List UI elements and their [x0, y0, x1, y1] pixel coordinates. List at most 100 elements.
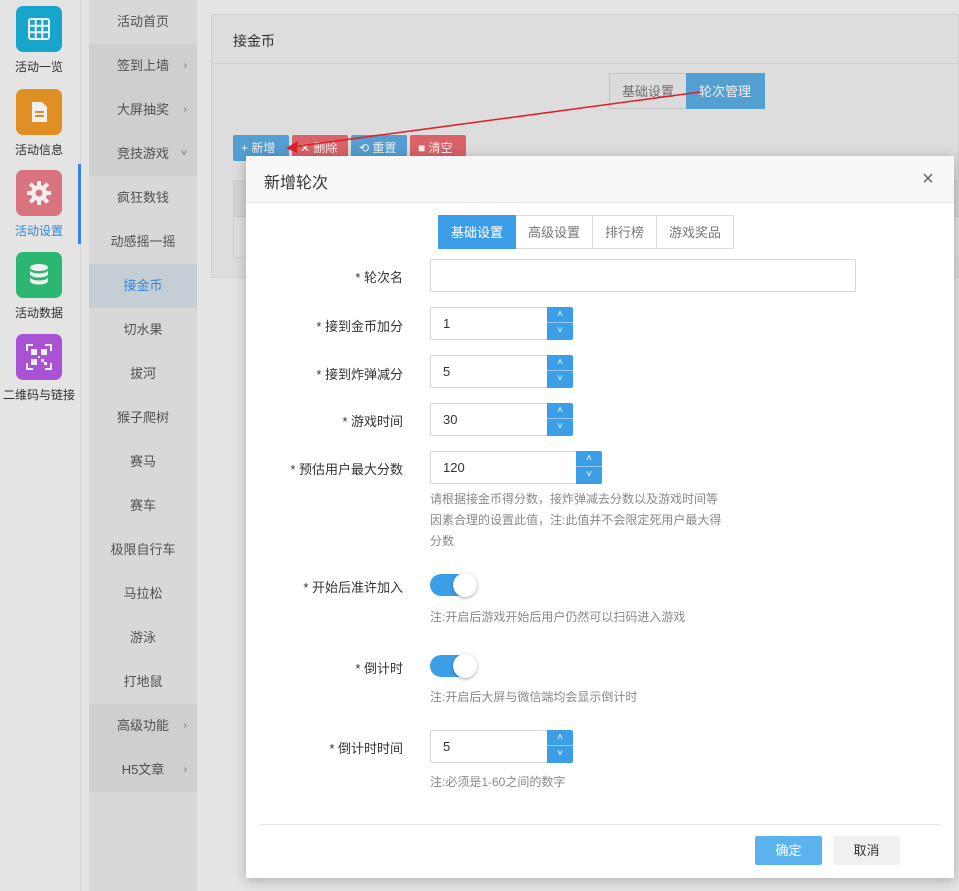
submenu-item[interactable]: 马拉松 — [89, 572, 197, 616]
submenu-item[interactable]: 打地鼠 — [89, 660, 197, 704]
game-time-stepper[interactable]: ˄ ˅ — [547, 403, 573, 436]
chevron-right-icon: › — [183, 764, 187, 775]
submenu-item[interactable]: 赛车 — [89, 484, 197, 528]
nav-activity-data[interactable]: 活动数据 — [0, 246, 78, 326]
cancel-button[interactable]: 取消 — [833, 836, 900, 865]
submenu-item[interactable]: 动感摇一摇 — [89, 220, 197, 264]
chevron-up-icon[interactable]: ˄ — [576, 451, 602, 467]
submenu-label: 高级功能 — [116, 718, 169, 733]
nav-activity-settings[interactable]: 活动设置 — [0, 164, 81, 244]
close-icon[interactable]: × — [916, 167, 940, 191]
nav-label: 二维码与链接 — [2, 388, 75, 402]
tab-basic-settings[interactable]: 基础设置 — [609, 73, 687, 109]
allow-join-label: * 开始后准许加入 — [303, 580, 403, 595]
chevron-up-icon[interactable]: ˄ — [547, 307, 573, 323]
toggle-knob — [453, 573, 477, 597]
gear-icon — [16, 170, 62, 216]
tab-round-management[interactable]: 轮次管理 — [686, 73, 765, 109]
chevron-right-icon: › — [183, 60, 187, 71]
divider — [260, 824, 940, 825]
hint-line: 因素合理的设置此值，注:此值并不会限定死用户最大得 — [430, 513, 722, 527]
submenu-item[interactable]: 游泳 — [89, 616, 197, 660]
submenu-label: 动感摇一摇 — [110, 234, 176, 249]
game-time-input[interactable] — [430, 403, 548, 436]
submenu-item-active[interactable]: 接金币 — [89, 264, 197, 308]
confirm-button[interactable]: 确定 — [755, 836, 822, 865]
submenu-item[interactable]: 活动首页 — [89, 0, 197, 44]
hint-line: 分数 — [430, 534, 455, 548]
allow-join-toggle[interactable] — [430, 573, 477, 597]
dialog-header: 新增轮次 × — [246, 156, 954, 203]
submenu-label: 极限自行车 — [110, 542, 176, 557]
countdown-hint: 注:开启后大屏与微信端均会显示倒计时 — [430, 690, 638, 704]
divider — [212, 63, 959, 64]
submenu-label: 拔河 — [129, 366, 156, 381]
max-score-stepper[interactable]: ˄ ˅ — [576, 451, 602, 484]
grid-icon — [16, 6, 62, 52]
coin-score-stepper[interactable]: ˄ ˅ — [547, 307, 573, 340]
qrcode-icon — [16, 334, 62, 380]
submenu-item[interactable]: 大屏抽奖 › — [89, 88, 197, 132]
submenu-item[interactable]: 拔河 — [89, 352, 197, 396]
countdown-label: * 倒计时 — [355, 661, 403, 676]
submenu-label: 赛车 — [129, 498, 156, 513]
submenu-item[interactable]: H5文章 › — [89, 748, 197, 792]
chevron-right-icon: › — [183, 104, 187, 115]
chevron-down-icon[interactable]: ˅ — [547, 746, 573, 762]
nav-label: 活动设置 — [14, 224, 63, 238]
submenu-item[interactable]: 签到上墙 › — [89, 44, 197, 88]
add-round-dialog: 新增轮次 × 基础设置 高级设置 排行榜 游戏奖品 * 轮次名 * 接到金币加分… — [246, 156, 954, 878]
allow-join-hint: 注:开启后游戏开始后用户仍然可以扫码进入游戏 — [430, 610, 686, 624]
submenu-label: 切水果 — [123, 322, 163, 337]
submenu-item[interactable]: 极限自行车 — [89, 528, 197, 572]
submenu-label: 活动首页 — [116, 14, 169, 29]
tab-prizes[interactable]: 游戏奖品 — [657, 215, 735, 249]
submenu-item[interactable]: 高级功能 › — [89, 704, 197, 748]
bomb-score-stepper[interactable]: ˄ ˅ — [547, 355, 573, 388]
nav-label: 活动信息 — [14, 143, 63, 157]
chevron-up-icon[interactable]: ˄ — [547, 403, 573, 419]
max-score-hint: 请根据接金币得分数，接炸弹减去分数以及游戏时间等 因素合理的设置此值，注:此值并… — [430, 489, 721, 552]
coin-score-input[interactable] — [430, 307, 548, 340]
submenu-item[interactable]: 竞技游戏 ˅ — [89, 132, 197, 176]
countdown-time-input[interactable] — [430, 730, 548, 763]
countdown-time-stepper[interactable]: ˄ ˅ — [547, 730, 573, 763]
database-icon — [16, 252, 62, 298]
submenu-item[interactable]: 切水果 — [89, 308, 197, 352]
submenu-label: 马拉松 — [123, 586, 163, 601]
tab-advanced[interactable]: 高级设置 — [516, 215, 594, 249]
chevron-down-icon: ˅ — [181, 148, 187, 159]
nav-label: 活动一览 — [14, 60, 63, 74]
game-time-label: * 游戏时间 — [342, 414, 403, 429]
toggle-knob — [453, 654, 477, 678]
page-title: 接金币 — [233, 33, 275, 49]
max-score-input[interactable] — [430, 451, 577, 484]
nav-qrcode-links[interactable]: 二维码与链接 — [0, 328, 78, 408]
submenu-label: 游泳 — [129, 630, 156, 645]
nav-activity-list[interactable]: 活动一览 — [0, 0, 78, 80]
submenu-label: 打地鼠 — [123, 674, 163, 689]
bomb-score-input[interactable] — [430, 355, 548, 388]
nav-activity-info[interactable]: 活动信息 — [0, 83, 78, 163]
chevron-down-icon[interactable]: ˅ — [547, 323, 573, 339]
chevron-down-icon[interactable]: ˅ — [547, 419, 573, 435]
countdown-toggle[interactable] — [430, 654, 477, 678]
game-submenu: 活动首页 签到上墙 › 大屏抽奖 › 竞技游戏 ˅ 疯狂数钱 动感摇一摇 接金币 切水… — [89, 0, 197, 891]
submenu-label: 猴子爬树 — [116, 410, 169, 425]
countdown-time-hint: 注:必须是1-60之间的数字 — [430, 775, 566, 789]
tab-leaderboard[interactable]: 排行榜 — [593, 215, 658, 249]
coin-score-label: * 接到金币加分 — [316, 319, 403, 334]
submenu-label: 赛马 — [129, 454, 156, 469]
submenu-item[interactable]: 赛马 — [89, 440, 197, 484]
submenu-item[interactable]: 疯狂数钱 — [89, 176, 197, 220]
submenu-label: 签到上墙 — [116, 58, 169, 73]
chevron-down-icon[interactable]: ˅ — [547, 371, 573, 387]
icon-sidebar: 活动一览 活动信息 活动设置 活动数据 二维码与链接 — [0, 0, 81, 891]
chevron-up-icon[interactable]: ˄ — [547, 355, 573, 371]
round-name-input[interactable] — [430, 259, 856, 292]
chevron-up-icon[interactable]: ˄ — [547, 730, 573, 746]
submenu-item[interactable]: 猴子爬树 — [89, 396, 197, 440]
bomb-score-label: * 接到炸弹减分 — [316, 367, 403, 382]
chevron-down-icon[interactable]: ˅ — [576, 467, 602, 483]
tab-basic[interactable]: 基础设置 — [438, 215, 517, 249]
